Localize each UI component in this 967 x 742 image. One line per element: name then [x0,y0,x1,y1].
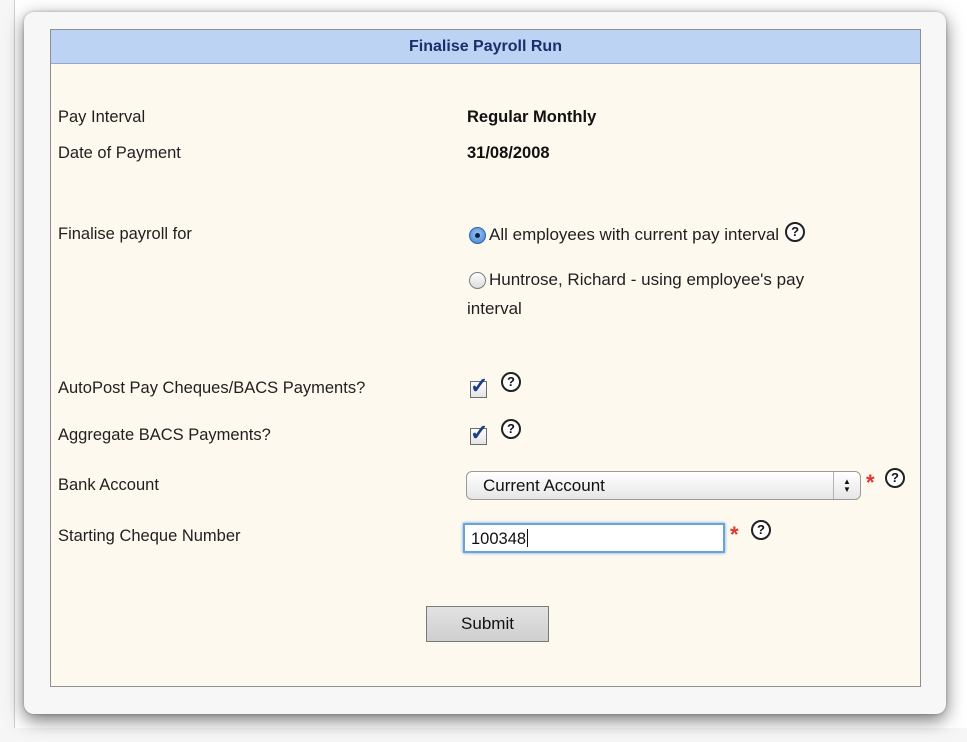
required-asterisk-icon: * [730,522,739,547]
finalise-payroll-panel: Finalise Payroll Run [50,29,921,687]
bank-account-select[interactable]: Current Account ▲ ▼ [466,471,861,500]
aggregate-bacs-label: Aggregate BACS Payments? [58,426,271,444]
starting-cheque-value: 100348 [471,530,527,548]
starting-cheque-label: Starting Cheque Number [58,527,241,545]
radio-button-selected[interactable] [469,226,486,244]
help-icon[interactable]: ? [885,468,905,488]
checkmark-icon: ✓ [470,373,489,398]
pay-interval-value: Regular Monthly [467,108,597,126]
help-icon[interactable]: ? [501,419,521,439]
checkmark-icon: ✓ [470,420,489,445]
bank-account-selected-value: Current Account [483,475,605,495]
date-of-payment-value: 31/08/2008 [467,144,550,162]
radio-button-unselected[interactable] [469,271,486,289]
pay-interval-label: Pay Interval [58,108,146,126]
radio-option-label: Huntrose, Richard - using employee's pay [489,270,805,289]
radio-option-all-employees[interactable]: All employees with current pay interval … [469,222,806,245]
required-asterisk-icon: * [866,470,875,495]
page-edge [0,0,15,742]
submit-button[interactable]: Submit [426,606,549,642]
date-of-payment-label: Date of Payment [58,144,181,162]
help-icon[interactable]: ? [785,222,806,242]
page-bottom [0,728,967,742]
starting-cheque-input[interactable]: 100348 [463,523,725,553]
help-icon[interactable]: ? [751,520,771,540]
aggregate-bacs-checkbox[interactable]: ✓ [470,420,488,445]
radio-option-label-continued: interval [467,299,522,318]
help-icon[interactable]: ? [501,372,521,392]
text-caret [527,529,529,547]
bank-account-label: Bank Account [58,476,159,494]
autopost-checkbox[interactable]: ✓ [470,373,488,398]
up-down-chevron-icon[interactable]: ▲ ▼ [833,472,860,499]
panel-title: Finalise Payroll Run [51,30,920,64]
radio-option-huntrose[interactable]: Huntrose, Richard - using employee's pay [469,270,804,290]
autopost-label: AutoPost Pay Cheques/BACS Payments? [58,379,366,397]
radio-option-label: All employees with current pay interval [489,225,780,244]
finalise-payroll-for-label: Finalise payroll for [58,225,192,243]
